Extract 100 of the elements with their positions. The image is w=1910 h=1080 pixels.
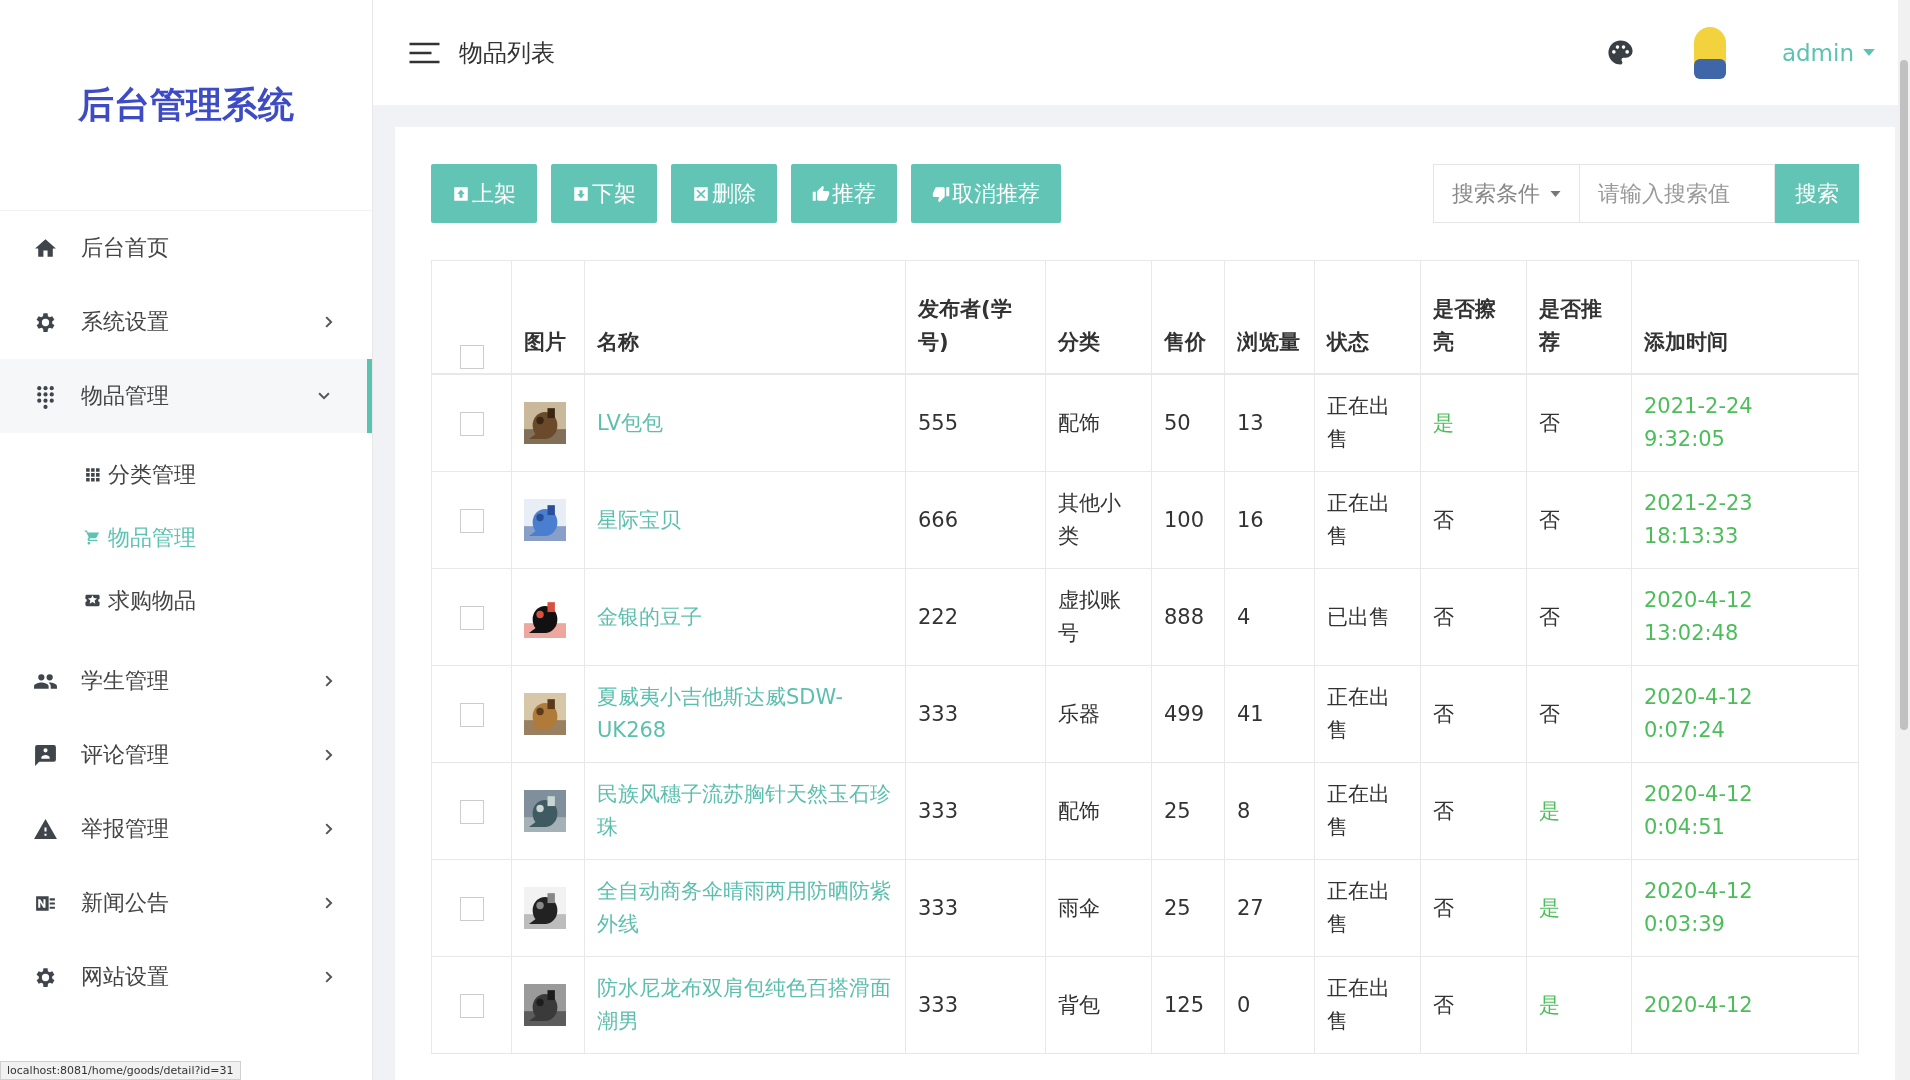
table-cell: 25 <box>1164 895 1191 920</box>
table-cell: 333 <box>918 992 959 1017</box>
sidebar-item[interactable]: 系统设置 <box>0 285 372 359</box>
comment-icon <box>33 742 58 768</box>
table-cell: 乐器 <box>1058 701 1100 726</box>
row-checkbox[interactable] <box>459 411 484 436</box>
toolbar-button[interactable]: 取消推荐 <box>911 164 1061 223</box>
column-header: 名称 <box>597 330 639 354</box>
row-checkbox[interactable] <box>459 605 484 630</box>
table-cell: 虚拟账号 <box>1058 588 1121 645</box>
column-header: 添加时间 <box>1644 330 1728 354</box>
row-checkbox[interactable] <box>459 702 484 727</box>
thumbs-up-icon <box>812 184 830 203</box>
table-cell-text: 2020-4-12 0:03:39 <box>1644 878 1754 938</box>
table-cell: 否 <box>1433 507 1454 532</box>
table-cell: 是 <box>1539 895 1560 920</box>
toolbar-button[interactable]: 上架 <box>431 164 537 223</box>
user-menu[interactable]: admin <box>1781 39 1875 66</box>
scrollbar-thumb[interactable] <box>1900 60 1908 730</box>
table-cell: 正在出售 <box>1327 879 1390 936</box>
table-cell: 4 <box>1237 604 1251 629</box>
table-cell: 其他小类 <box>1058 491 1121 548</box>
column-header: 是否推荐 <box>1539 297 1602 354</box>
table-cell: 125 <box>1164 992 1205 1017</box>
toolbar-button[interactable]: 下架 <box>551 164 657 223</box>
column-header: 是否擦亮 <box>1433 297 1496 354</box>
column-header: 分类 <box>1058 330 1100 354</box>
table-cell: 27 <box>1237 895 1264 920</box>
submenu-item[interactable]: 求购物品 <box>0 569 372 632</box>
sidebar-item[interactable]: 新闻公告 <box>0 866 372 940</box>
table-cell-text: 2020-4-12 0:04:51 <box>1644 781 1754 841</box>
table-cell: 雨伞 <box>1058 895 1100 920</box>
row-checkbox[interactable] <box>459 508 484 533</box>
caret-icon <box>1550 190 1561 197</box>
upload-icon <box>452 184 470 203</box>
toolbar-button[interactable]: 推荐 <box>791 164 897 223</box>
table-cell: 背包 <box>1058 992 1100 1017</box>
table-cell: 333 <box>918 895 959 920</box>
table-cell-text: 2021-2-23 18:13:33 <box>1644 490 1754 550</box>
column-header: 售价 <box>1164 330 1206 354</box>
thumbs-down-icon <box>932 184 950 203</box>
table-cell: 否 <box>1539 410 1560 435</box>
search-button[interactable]: 搜索 <box>1775 164 1859 223</box>
table-cell: 否 <box>1433 798 1454 823</box>
sidebar-item[interactable]: 网站设置 <box>0 940 372 1014</box>
table-cell: 否 <box>1539 701 1560 726</box>
column-header: 状态 <box>1327 330 1369 354</box>
sidebar-item[interactable]: 评论管理 <box>0 718 372 792</box>
caret-icon <box>1863 49 1875 56</box>
table-cell: 否 <box>1433 895 1454 920</box>
grid-icon <box>84 466 101 483</box>
status-url: localhost:8081/home/goods/detail?id=31 <box>0 1061 241 1080</box>
app-title: 后台管理系统 <box>78 82 294 127</box>
select-all-checkbox[interactable] <box>459 345 484 369</box>
table-cell: 配饰 <box>1058 410 1100 435</box>
table-cell: 否 <box>1433 992 1454 1017</box>
submenu-item[interactable]: 分类管理 <box>0 443 372 506</box>
table-cell: 13 <box>1237 410 1264 435</box>
row-checkbox[interactable] <box>459 799 484 824</box>
table-cell: 是 <box>1539 798 1560 823</box>
table-cell: 16 <box>1237 507 1264 532</box>
row-checkbox[interactable] <box>459 896 484 921</box>
sidebar-item[interactable]: 举报管理 <box>0 792 372 866</box>
sidebar-item[interactable]: 物品管理 <box>0 359 372 433</box>
row-checkbox[interactable] <box>459 993 484 1018</box>
table-cell-text: 2020-4-12 0:07:24 <box>1644 684 1754 744</box>
table-cell-text: 2020-4-12 13:02:48 <box>1644 587 1754 647</box>
column-header: 图片 <box>524 330 566 354</box>
warning-icon <box>33 816 58 842</box>
table-cell: 已出售 <box>1327 604 1390 629</box>
search-field[interactable]: 请输入搜索值 <box>1580 164 1775 223</box>
table-cell: 是 <box>1433 410 1454 435</box>
table-cell: 222 <box>918 604 959 629</box>
toolbar-button[interactable]: 删除 <box>671 164 777 223</box>
table-cell: 888 <box>1164 604 1205 629</box>
column-header: 浏览量 <box>1237 330 1300 354</box>
submenu-item[interactable]: 物品管理 <box>0 506 372 569</box>
table-cell: 41 <box>1237 701 1264 726</box>
cart-icon <box>84 529 101 546</box>
table-cell: 否 <box>1539 604 1560 629</box>
table-cell: 499 <box>1164 701 1205 726</box>
table-cell: 666 <box>918 507 959 532</box>
menu-icon[interactable] <box>409 41 440 64</box>
table-cell-text: 2020-4-12 <box>1644 991 1754 1019</box>
search-condition-dropdown[interactable]: 搜索条件 <box>1433 164 1580 223</box>
palette-icon[interactable] <box>1605 38 1635 67</box>
table-cell: 333 <box>918 798 959 823</box>
table-cell: 正在出售 <box>1327 491 1390 548</box>
table-cell: 正在出售 <box>1327 394 1390 451</box>
scrollbar[interactable] <box>1898 0 1910 1080</box>
table-cell: 正在出售 <box>1327 976 1390 1033</box>
table-cell: 否 <box>1539 507 1560 532</box>
table-cell: 50 <box>1164 410 1191 435</box>
table-cell: 否 <box>1433 604 1454 629</box>
sidebar-item[interactable]: 学生管理 <box>0 644 372 718</box>
table-cell: 正在出售 <box>1327 685 1390 742</box>
table-cell: 否 <box>1433 701 1454 726</box>
table-cell: 100 <box>1164 507 1205 532</box>
table-cell: 333 <box>918 701 959 726</box>
sidebar-item[interactable]: 后台首页 <box>0 211 372 285</box>
